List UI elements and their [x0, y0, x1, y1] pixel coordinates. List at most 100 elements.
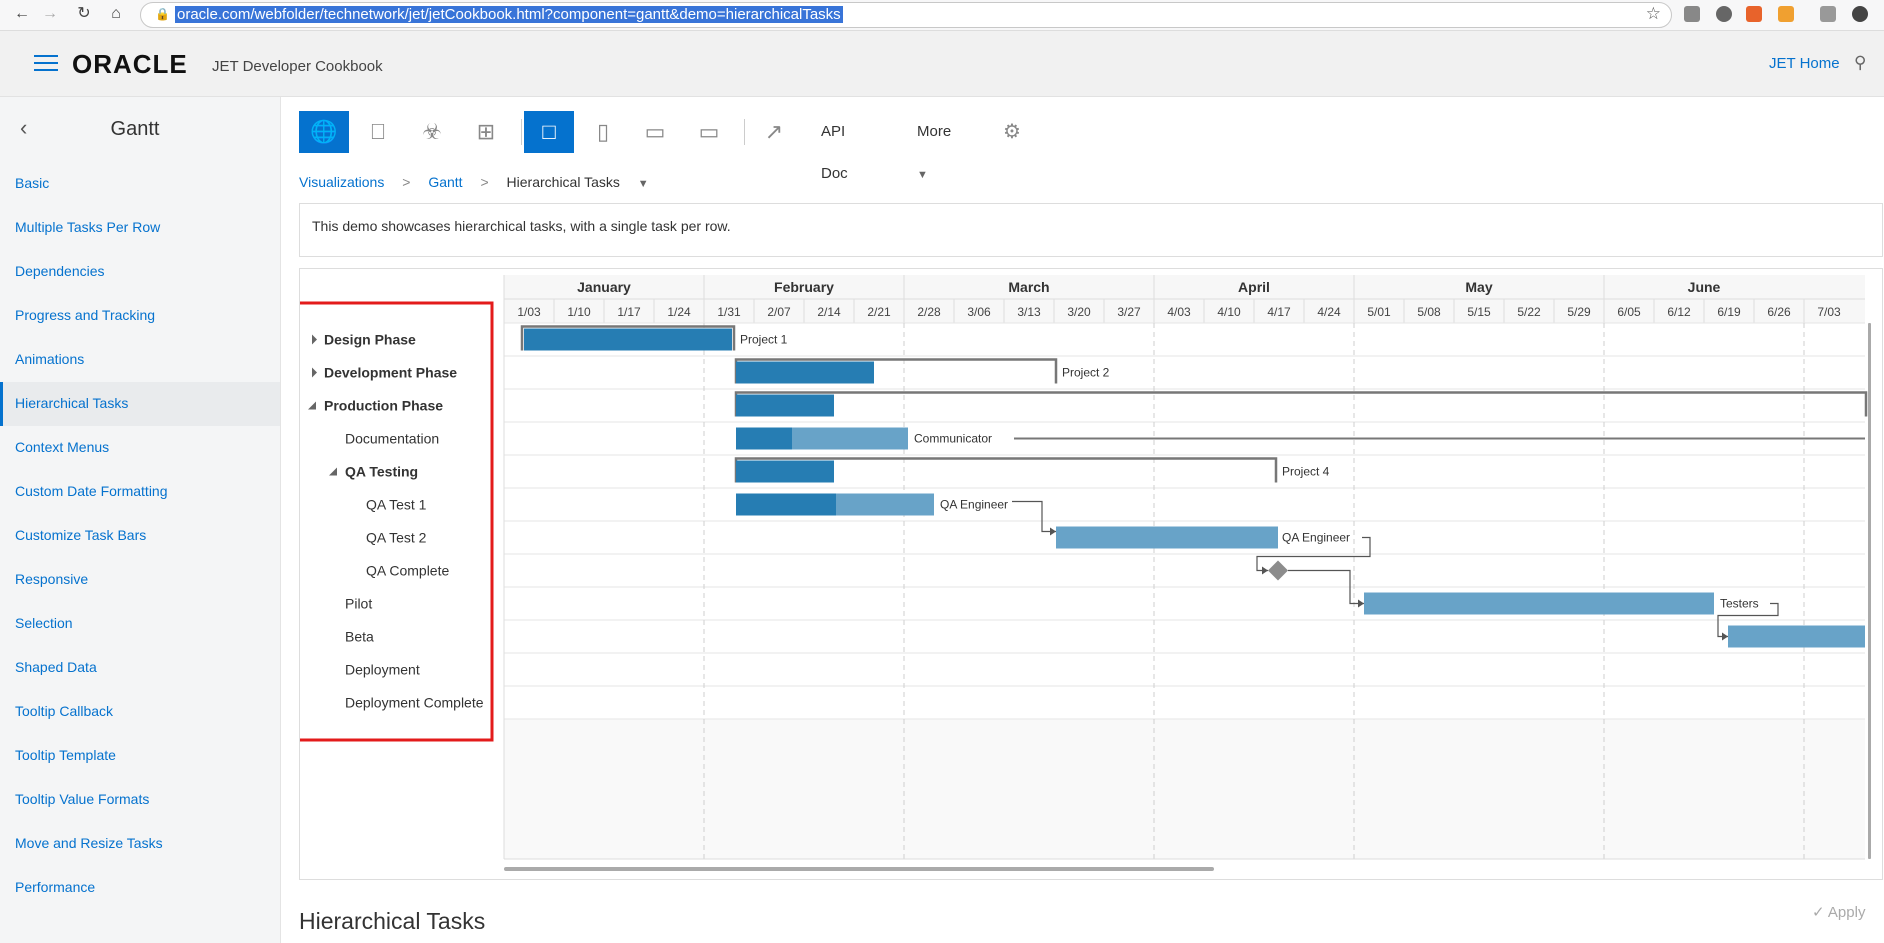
week-label: 6/12 — [1667, 305, 1691, 319]
breadcrumb-visualizations[interactable]: Visualizations — [299, 174, 384, 190]
breadcrumb-separator: > — [402, 174, 411, 190]
sidebar-item[interactable]: Progress and Tracking — [0, 294, 280, 338]
check-icon: ✓ — [1812, 904, 1825, 921]
tablet-landscape-view-icon[interactable]: ▭ — [684, 111, 734, 153]
task-bar — [1056, 526, 1278, 549]
breadcrumb: Visualizations > Gantt > Hierarchical Ta… — [299, 174, 677, 190]
section-title: Hierarchical Tasks — [299, 908, 486, 934]
sidebar-item[interactable]: Tooltip Value Formats — [0, 778, 280, 822]
week-label: 5/22 — [1517, 305, 1541, 319]
extension-icon[interactable] — [1684, 6, 1700, 22]
gantt-chart[interactable]: January February March April May June 1/03 1/10… — [300, 269, 1883, 880]
breadcrumb-current[interactable]: Hierarchical Tasks ▼ — [507, 174, 663, 190]
week-label: 2/21 — [867, 305, 891, 319]
apply-label: Apply — [1827, 904, 1866, 921]
forward-arrow-icon[interactable]: → — [40, 4, 60, 24]
home-icon[interactable]: ⌂ — [106, 4, 126, 24]
expand-triangle-icon — [312, 334, 317, 345]
more-menu-label: More — [917, 123, 952, 140]
gear-icon[interactable]: ⚙ — [1003, 111, 1021, 153]
back-arrow-icon[interactable]: ← — [12, 4, 32, 24]
extension-icon[interactable] — [1820, 6, 1836, 22]
toolbar-divider — [744, 119, 745, 145]
week-label: 2/14 — [817, 305, 841, 319]
week-label: 1/24 — [667, 305, 691, 319]
week-label: 4/10 — [1217, 305, 1241, 319]
row-label: Beta — [345, 629, 374, 645]
search-icon[interactable]: ⚲ — [1854, 53, 1866, 73]
extension-icon[interactable] — [1746, 6, 1762, 22]
url-text[interactable]: oracle.com/webfolder/technetwork/jet/jet… — [175, 6, 843, 23]
phone-view-icon[interactable]: ▯ — [578, 111, 628, 153]
month-label: January — [577, 279, 631, 295]
sidebar-item[interactable]: Hierarchical Tasks — [0, 382, 280, 426]
sidebar-item[interactable]: Basic — [0, 162, 280, 206]
task-bar — [736, 361, 874, 384]
demo-area: January February March April May June 1/03 1/10… — [299, 268, 1883, 880]
app-header: ORACLE JET Developer Cookbook JET Home ⚲ — [0, 31, 1884, 97]
profile-icon[interactable] — [1852, 6, 1868, 22]
extension-icon[interactable] — [1778, 6, 1794, 22]
sidebar-item[interactable]: Customize Task Bars — [0, 514, 280, 558]
sidebar-item[interactable]: Multiple Tasks Per Row — [0, 206, 280, 250]
sidebar-item[interactable]: Shaped Data — [0, 646, 280, 690]
ios-platform-icon[interactable]:  — [353, 111, 403, 153]
week-label: 6/05 — [1617, 305, 1641, 319]
api-doc-link[interactable]: API Doc — [821, 111, 848, 195]
star-icon[interactable]: ☆ — [1646, 4, 1661, 24]
row-label: Documentation — [345, 431, 439, 447]
open-in-new-window-icon[interactable]: ↗ — [749, 111, 799, 153]
month-label: April — [1238, 279, 1270, 295]
web-platform-icon[interactable]: 🌐 — [299, 111, 349, 153]
windows-platform-icon[interactable]: ⊞ — [461, 111, 511, 153]
sidebar-item[interactable]: Tooltip Template — [0, 734, 280, 778]
apply-button[interactable]: ✓ Apply — [1812, 903, 1865, 921]
week-label: 3/13 — [1017, 305, 1041, 319]
sidebar-item[interactable]: Animations — [0, 338, 280, 382]
sidebar-item[interactable]: Selection — [0, 602, 280, 646]
android-platform-icon[interactable]: ☣ — [407, 111, 457, 153]
week-label: 1/03 — [517, 305, 541, 319]
gantt-empty-area — [504, 719, 1865, 859]
extension-icon[interactable] — [1716, 6, 1732, 22]
task-label: Testers — [1720, 597, 1759, 611]
sidebar-item[interactable]: Responsive — [0, 558, 280, 602]
tablet-view-icon[interactable]: ▭ — [630, 111, 680, 153]
task-bar — [524, 328, 732, 351]
week-label: 5/01 — [1367, 305, 1391, 319]
task-bar — [1364, 592, 1714, 615]
week-label: 4/24 — [1317, 305, 1341, 319]
sidebar-item[interactable]: Dependencies — [0, 250, 280, 294]
toolbar-divider — [521, 119, 522, 145]
reload-icon[interactable]: ↻ — [74, 4, 94, 24]
week-label: 1/17 — [617, 305, 641, 319]
description-text: This demo showcases hierarchical tasks, … — [312, 218, 731, 234]
jet-home-link[interactable]: JET Home — [1769, 55, 1840, 72]
oracle-logo: ORACLE — [72, 49, 188, 79]
row-label: QA Complete — [366, 563, 449, 579]
desktop-view-icon[interactable]: □ — [524, 111, 574, 153]
row-label: Deployment — [345, 662, 420, 678]
address-bar[interactable]: 🔒 oracle.com/webfolder/technetwork/jet/j… — [140, 2, 1672, 28]
expand-triangle-icon — [312, 367, 317, 378]
horizontal-scrollbar — [504, 867, 1214, 871]
task-progress-bar — [736, 427, 792, 450]
sidebar-item[interactable]: Custom Date Formatting — [0, 470, 280, 514]
sidebar-item[interactable]: Move and Resize Tasks — [0, 822, 280, 866]
row-label: Pilot — [345, 596, 372, 612]
task-bar — [1728, 625, 1865, 648]
week-label: 5/08 — [1417, 305, 1441, 319]
hamburger-menu-icon[interactable] — [34, 55, 58, 71]
cookbook-title: JET Developer Cookbook — [212, 58, 383, 75]
more-menu[interactable]: More ▼ — [917, 111, 951, 196]
sidebar-item[interactable]: Performance — [0, 866, 280, 910]
sidebar-item[interactable]: Tooltip Callback — [0, 690, 280, 734]
breadcrumb-current-label: Hierarchical Tasks — [506, 174, 620, 190]
month-label: March — [1008, 279, 1049, 295]
month-label: May — [1465, 279, 1492, 295]
sidebar-item[interactable]: Context Menus — [0, 426, 280, 470]
task-label: QA Engineer — [1282, 531, 1350, 545]
week-label: 5/15 — [1467, 305, 1491, 319]
breadcrumb-gantt[interactable]: Gantt — [428, 174, 462, 190]
week-label: 7/03 — [1817, 305, 1841, 319]
